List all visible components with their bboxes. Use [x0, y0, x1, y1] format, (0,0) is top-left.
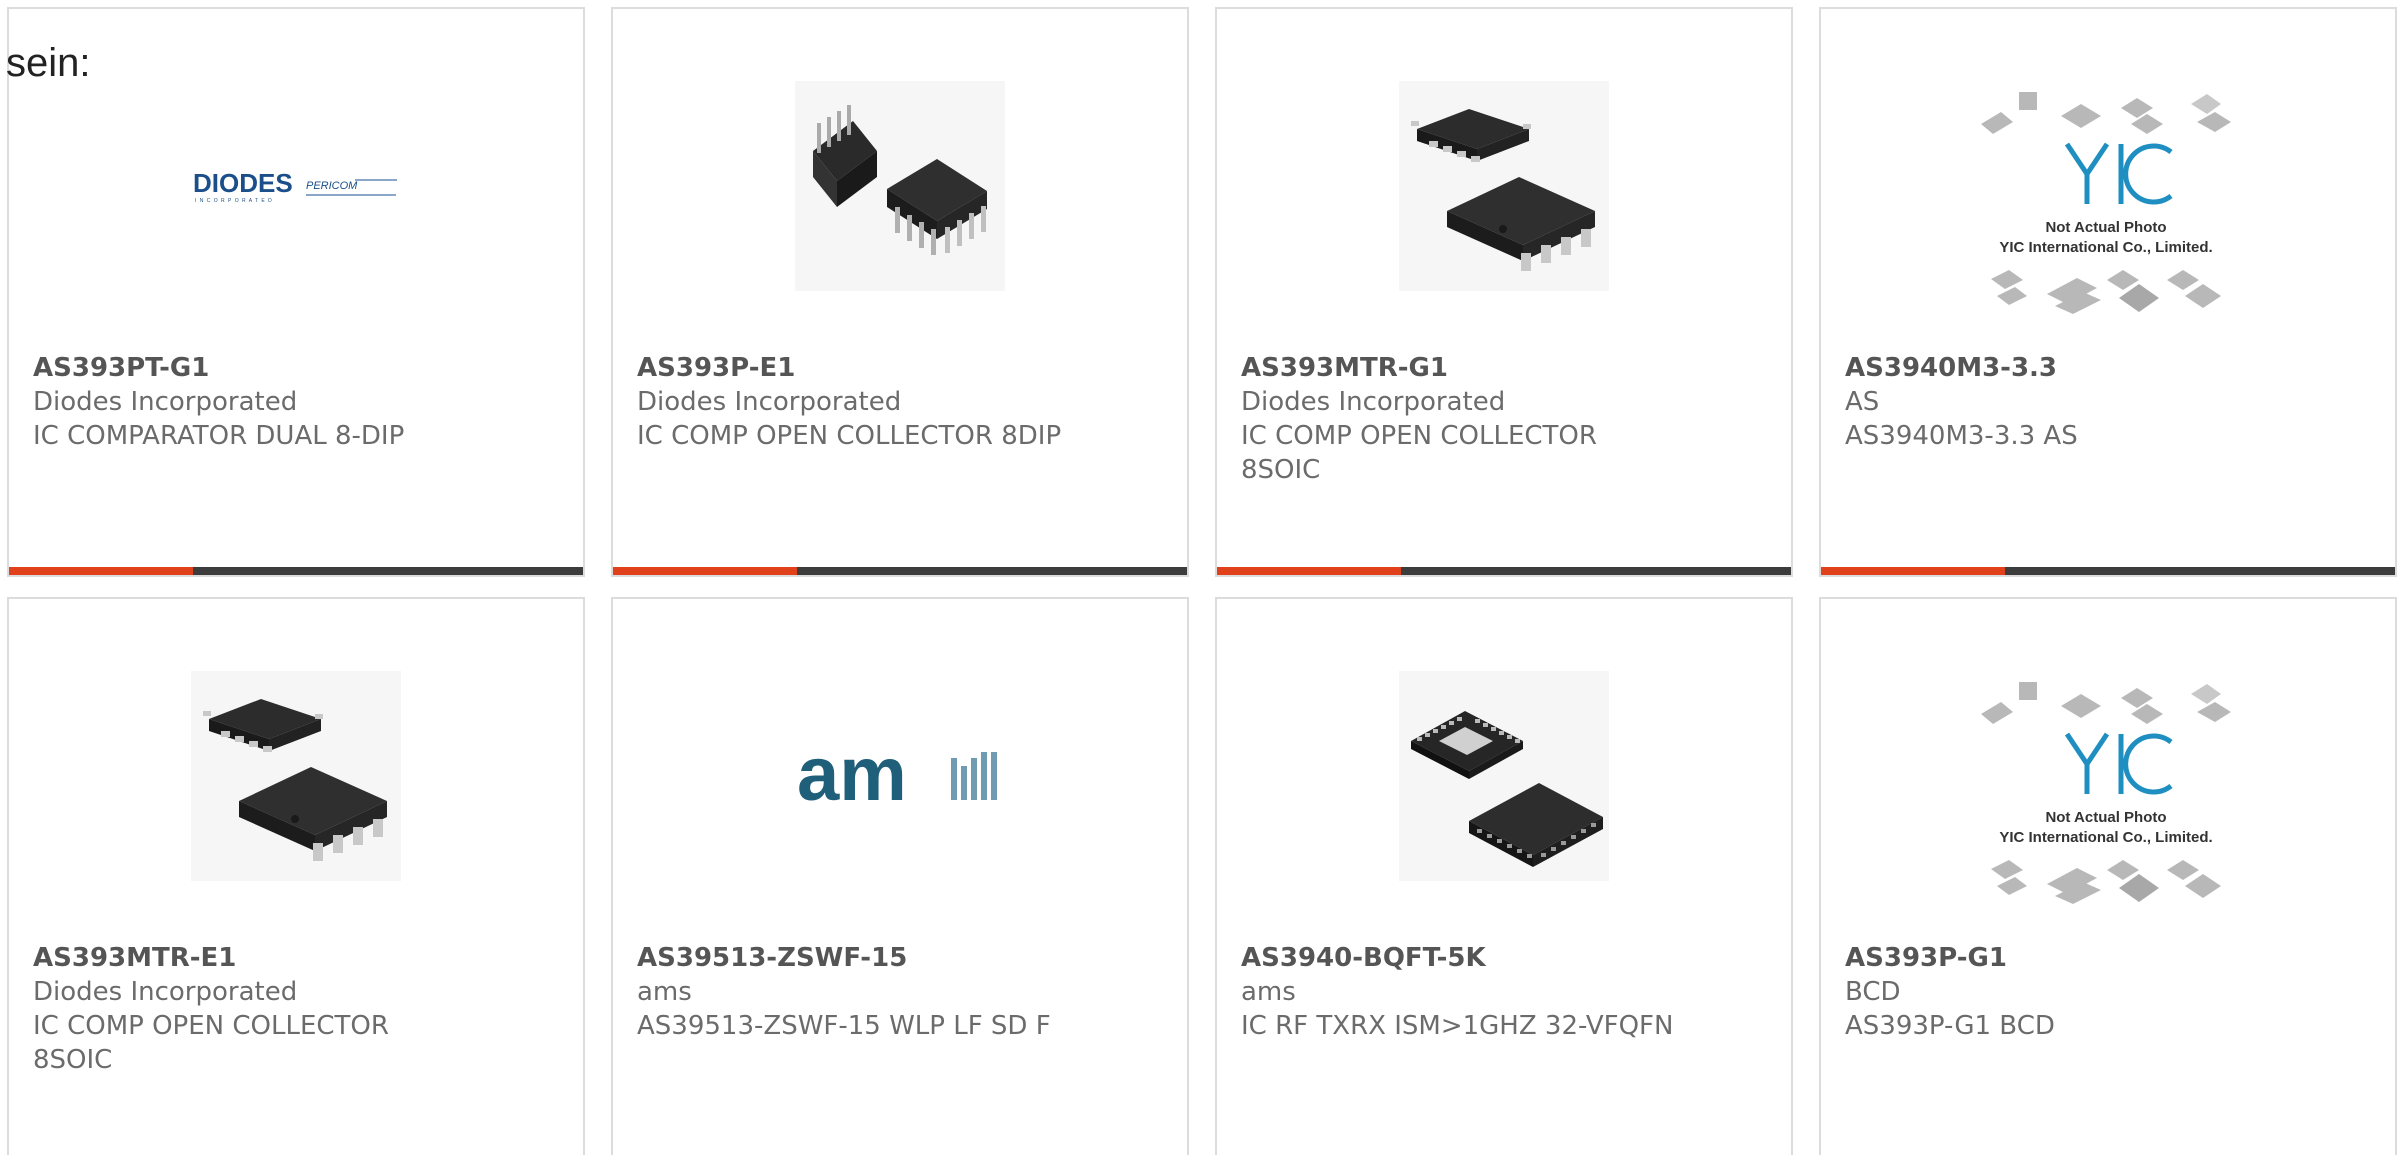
product-info: AS393P-G1 BCD AS393P-G1 BCD [1845, 941, 2315, 1043]
card-progress-fill [613, 567, 797, 575]
yic-placeholder-icon: Not Actual Photo YIC International Co., … [1981, 682, 2231, 904]
manufacturer: Diodes Incorporated [33, 977, 298, 1007]
card-progress-fill [1217, 567, 1401, 575]
part-number[interactable]: AS393MTR-G1 [1241, 351, 1711, 385]
manufacturer: ams [637, 977, 692, 1007]
product-card[interactable]: AS393MTR-G1 Diodes Incorporated IC COMP … [1215, 7, 1793, 577]
dip-chip-icon [795, 81, 1005, 291]
svg-text:I N C O R P O R A T E D: I N C O R P O R A T E D [195, 198, 273, 204]
card-progress-fill [1821, 567, 2005, 575]
product-card[interactable]: Not Actual Photo YIC International Co., … [1819, 7, 2397, 577]
svg-text:DIODES: DIODES [193, 168, 293, 198]
product-image[interactable]: Not Actual Photo YIC International Co., … [1971, 682, 2241, 904]
manufacturer: ams [1241, 977, 1296, 1007]
manufacturer: Diodes Incorporated [637, 387, 902, 417]
card-progress-fill [9, 567, 193, 575]
description: IC COMP OPEN COLLECTOR 8SOIC [1241, 421, 1597, 485]
description: AS393P-G1 BCD [1845, 1011, 2055, 1041]
svg-text:Not Actual Photo: Not Actual Photo [2045, 809, 2166, 826]
part-number[interactable]: AS3940M3-3.3 [1845, 351, 2315, 385]
svg-text:am: am [797, 736, 907, 816]
product-info: AS39513-ZSWF-15 ams AS39513-ZSWF-15 WLP … [637, 941, 1107, 1043]
soic-chip-icon [191, 671, 401, 881]
product-image[interactable] [1399, 81, 1609, 291]
product-card[interactable]: DIODES I N C O R P O R A T E D PERICOM A… [7, 7, 585, 577]
svg-text:Not Actual Photo: Not Actual Photo [2045, 219, 2166, 236]
product-info: AS393MTR-E1 Diodes Incorporated IC COMP … [33, 941, 503, 1077]
product-image[interactable]: am [795, 671, 1005, 881]
card-progress-bar [1217, 567, 1791, 575]
product-image[interactable]: DIODES I N C O R P O R A T E D PERICOM [191, 81, 401, 291]
product-card[interactable]: Not Actual Photo YIC International Co., … [1819, 597, 2397, 1155]
prefix-text: sein: [6, 41, 91, 85]
description: IC RF TXRX ISM>1GHZ 32-VFQFN [1241, 1011, 1674, 1041]
description: IC COMP OPEN COLLECTOR 8DIP [637, 421, 1062, 451]
soic-chip-icon [1399, 81, 1609, 291]
product-card[interactable]: AS393MTR-E1 Diodes Incorporated IC COMP … [7, 597, 585, 1155]
yic-placeholder-icon: Not Actual Photo YIC International Co., … [1981, 92, 2231, 314]
part-number[interactable]: AS393PT-G1 [33, 351, 503, 385]
product-info: AS393MTR-G1 Diodes Incorporated IC COMP … [1241, 351, 1711, 487]
description: AS3940M3-3.3 AS [1845, 421, 2078, 451]
product-image[interactable] [191, 671, 401, 881]
product-info: AS393P-E1 Diodes Incorporated IC COMP OP… [637, 351, 1107, 453]
product-info: AS3940-BQFT-5K ams IC RF TXRX ISM>1GHZ 3… [1241, 941, 1711, 1043]
part-number[interactable]: AS393MTR-E1 [33, 941, 503, 975]
manufacturer: BCD [1845, 977, 1901, 1007]
svg-text:YIC International Co., Limited: YIC International Co., Limited. [1999, 829, 2212, 846]
manufacturer: Diodes Incorporated [33, 387, 298, 417]
description: AS39513-ZSWF-15 WLP LF SD F [637, 1011, 1051, 1041]
ams-logo-icon: am [797, 736, 997, 816]
product-info: AS393PT-G1 Diodes Incorporated IC COMPAR… [33, 351, 503, 453]
description: IC COMPARATOR DUAL 8-DIP [33, 421, 405, 451]
product-image[interactable]: Not Actual Photo YIC International Co., … [1971, 92, 2241, 314]
svg-text:PERICOM: PERICOM [306, 180, 358, 192]
manufacturer: AS [1845, 387, 1880, 417]
card-progress-bar [613, 567, 1187, 575]
part-number[interactable]: AS39513-ZSWF-15 [637, 941, 1107, 975]
product-info: AS3940M3-3.3 AS AS3940M3-3.3 AS [1845, 351, 2315, 453]
product-grid-page: sein: DIODES I N C O R P O R A T E D PER… [0, 0, 2400, 1155]
manufacturer: Diodes Incorporated [1241, 387, 1506, 417]
card-progress-bar [9, 567, 583, 575]
product-image[interactable] [1399, 671, 1609, 881]
description: IC COMP OPEN COLLECTOR 8SOIC [33, 1011, 389, 1075]
product-card[interactable]: am AS39513-ZSWF-15 ams AS39513-ZSWF-15 W… [611, 597, 1189, 1155]
card-progress-bar [1821, 567, 2395, 575]
qfn-chip-icon [1399, 671, 1609, 881]
part-number[interactable]: AS393P-E1 [637, 351, 1107, 385]
part-number[interactable]: AS393P-G1 [1845, 941, 2315, 975]
product-card[interactable]: AS393P-E1 Diodes Incorporated IC COMP OP… [611, 7, 1189, 577]
product-card[interactable]: AS3940-BQFT-5K ams IC RF TXRX ISM>1GHZ 3… [1215, 597, 1793, 1155]
product-image[interactable] [795, 81, 1005, 291]
part-number[interactable]: AS3940-BQFT-5K [1241, 941, 1711, 975]
diodes-logo-icon: DIODES I N C O R P O R A T E D PERICOM [193, 168, 397, 204]
svg-text:YIC International Co., Limited: YIC International Co., Limited. [1999, 239, 2212, 256]
